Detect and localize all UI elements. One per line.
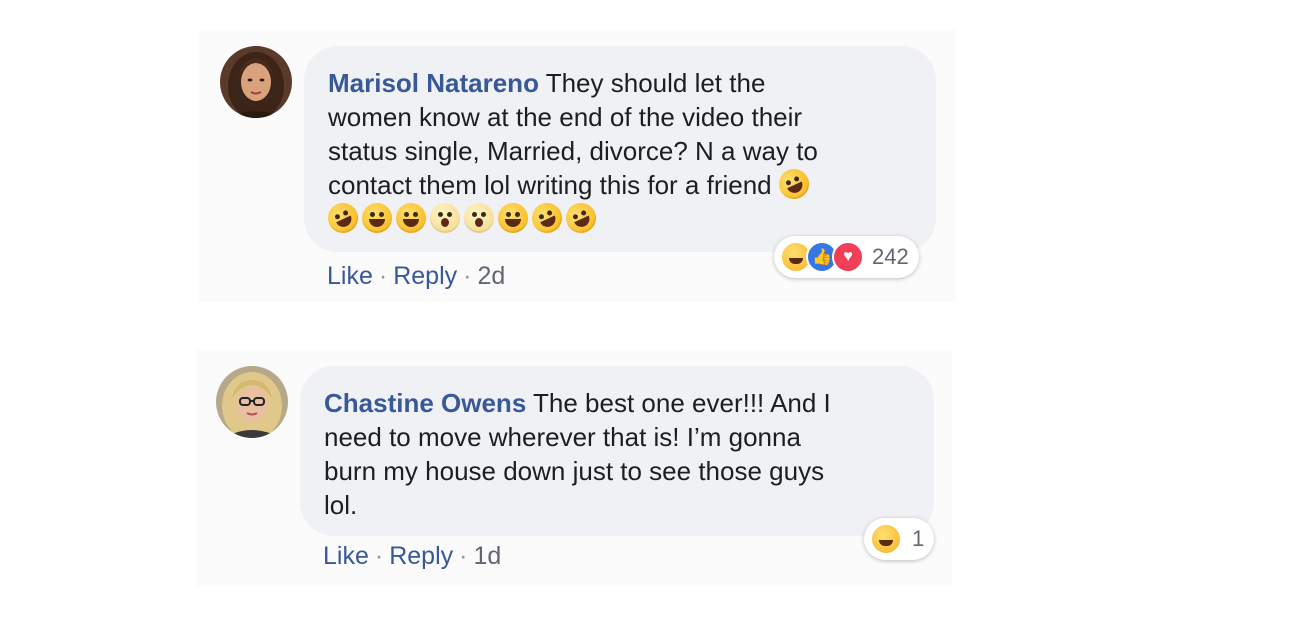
comment-actions: Like · Reply · 1d [323,542,501,571]
haha-reaction-icon [870,523,902,555]
separator-dot: · [378,262,388,290]
grin-emoji-icon [498,203,528,233]
comment-body: Marisol Natareno They should let the wome… [323,66,912,238]
reaction-count: 242 [872,244,909,269]
sweat-smile-emoji-icon [362,203,392,233]
grin-emoji-icon [396,203,426,233]
avatar-photo [216,366,288,438]
separator-dot: · [374,542,384,570]
author-name[interactable]: Marisol Natareno [328,68,539,98]
comment-text-line: contact them lol writing this for a frie… [328,170,772,200]
avatar[interactable] [220,46,292,118]
timestamp[interactable]: 2d [477,262,505,290]
comment-text-line: The best one ever!!! And I [526,388,831,418]
reaction-summary[interactable]: 1 [864,518,935,560]
like-link[interactable]: Like [323,542,369,570]
comment-text-line: lol. [324,490,358,520]
comment-text-line: status single, Married, divorce? N a way… [328,136,818,166]
rofl-emoji-icon [323,198,363,238]
comment-text-line: women know at the end of the video their [328,102,803,132]
rofl-emoji-icon [527,198,567,238]
comment-text-line: They should let the [538,68,766,98]
rofl-emoji-icon [561,198,601,238]
scream-emoji-icon [430,203,460,233]
rofl-emoji-icon [773,164,814,204]
comment-bubble: Chastine Owens The best one ever!!! And … [300,366,934,536]
comment-text-line: burn my house down just to see those guy… [324,456,825,486]
reply-link[interactable]: Reply [389,542,453,570]
separator-dot: · [463,262,472,290]
avatar[interactable] [216,366,288,438]
timestamp[interactable]: 1d [473,542,501,570]
comment-text-line: need to move wherever that is! I’m gonna [324,422,801,452]
like-link[interactable]: Like [327,262,373,290]
comment-body: Chastine Owens The best one ever!!! And … [324,386,910,522]
separator-dot: · [459,542,468,570]
love-reaction-icon: ♥ [832,241,864,273]
reaction-count: 1 [912,526,925,551]
comment-bubble: Marisol Natareno They should let the wome… [304,46,936,252]
comment-actions: Like · Reply · 2d [327,262,505,291]
reaction-summary[interactable]: 👍 ♥ 242 [774,236,919,278]
scream-emoji-icon [464,203,494,233]
avatar-photo [220,46,292,118]
author-name[interactable]: Chastine Owens [324,388,526,418]
reply-link[interactable]: Reply [393,262,457,290]
